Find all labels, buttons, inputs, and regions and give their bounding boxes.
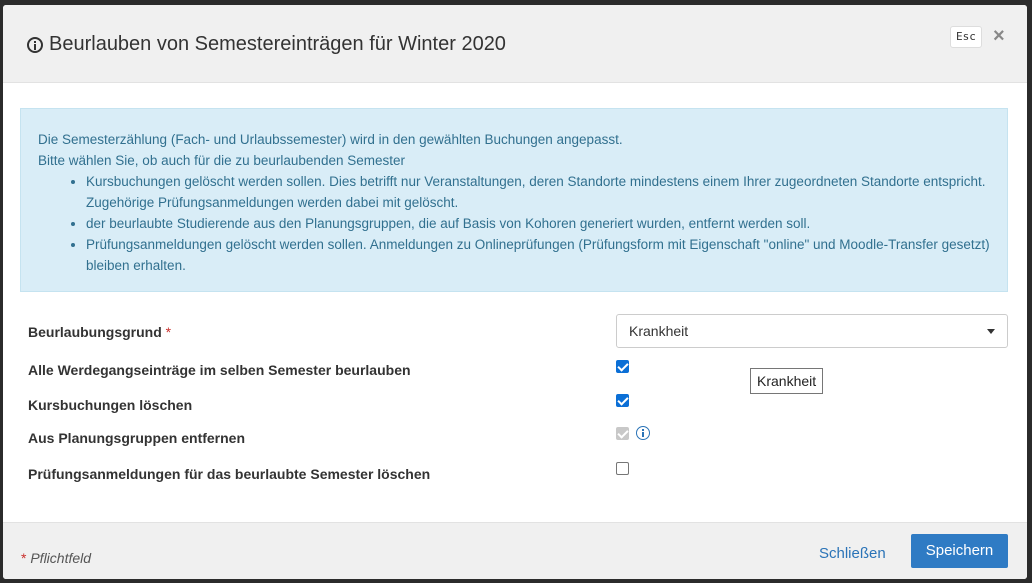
required-asterisk: *	[21, 550, 27, 566]
reason-label-text: Beurlaubungsgrund	[28, 324, 162, 340]
info-icon	[27, 36, 43, 53]
alert-line-2: Bitte wählen Sie, ob auch für die zu beu…	[38, 153, 405, 168]
close-icon[interactable]: ×	[993, 25, 1005, 48]
dialog-title-text: Beurlauben von Semestereinträgen für Win…	[49, 33, 506, 55]
close-button[interactable]: Schließen	[819, 545, 886, 562]
dialog-header: Beurlauben von Semestereinträgen für Win…	[3, 5, 1027, 83]
alert-bullet: Prüfungsanmeldungen gelöscht werden soll…	[86, 234, 993, 276]
alert-bullet: Kursbuchungen gelöscht werden sollen. Di…	[86, 171, 993, 213]
info-alert: Die Semesterzählung (Fach- und Urlaubsse…	[20, 108, 1008, 292]
checkbox-all-entries[interactable]	[616, 360, 629, 373]
row-label-exam-registrations: Prüfungsanmeldungen für das beurlaubte S…	[28, 466, 431, 482]
required-asterisk: *	[165, 324, 172, 340]
row-label-planning-groups: Aus Planungsgruppen entfernen	[28, 430, 246, 446]
dialog-footer: * Pflichtfeld Schließen Speichern	[3, 522, 1027, 579]
checkbox-planning-groups	[616, 427, 629, 440]
background-edge	[1028, 0, 1032, 583]
esc-key-hint: Esc	[950, 26, 982, 48]
leave-semester-dialog: Beurlauben von Semestereinträgen für Win…	[3, 5, 1027, 579]
alert-line-1: Die Semesterzählung (Fach- und Urlaubsse…	[38, 132, 623, 147]
required-note-text: Pflichtfeld	[30, 550, 92, 566]
reason-select[interactable]: Krankheit	[616, 314, 1008, 348]
checkbox-course-bookings[interactable]	[616, 394, 629, 407]
alert-bullet: der beurlaubte Studierende aus den Planu…	[86, 213, 993, 234]
tooltip: Krankheit	[750, 368, 824, 394]
checkbox-exam-registrations[interactable]	[616, 462, 629, 475]
alert-list: Kursbuchungen gelöscht werden sollen. Di…	[38, 171, 993, 276]
save-button[interactable]: Speichern	[911, 534, 1008, 568]
dialog-title: Beurlauben von Semestereinträgen für Win…	[27, 33, 506, 56]
required-note: * Pflichtfeld	[21, 550, 91, 566]
row-label-all-entries: Alle Werdegangseinträge im selben Semest…	[28, 362, 411, 378]
row-label-course-bookings: Kursbuchungen löschen	[28, 397, 193, 413]
info-icon[interactable]	[636, 426, 650, 440]
caret-down-icon	[987, 329, 995, 334]
reason-label: Beurlaubungsgrund *	[28, 324, 171, 340]
reason-select-value: Krankheit	[629, 323, 689, 339]
